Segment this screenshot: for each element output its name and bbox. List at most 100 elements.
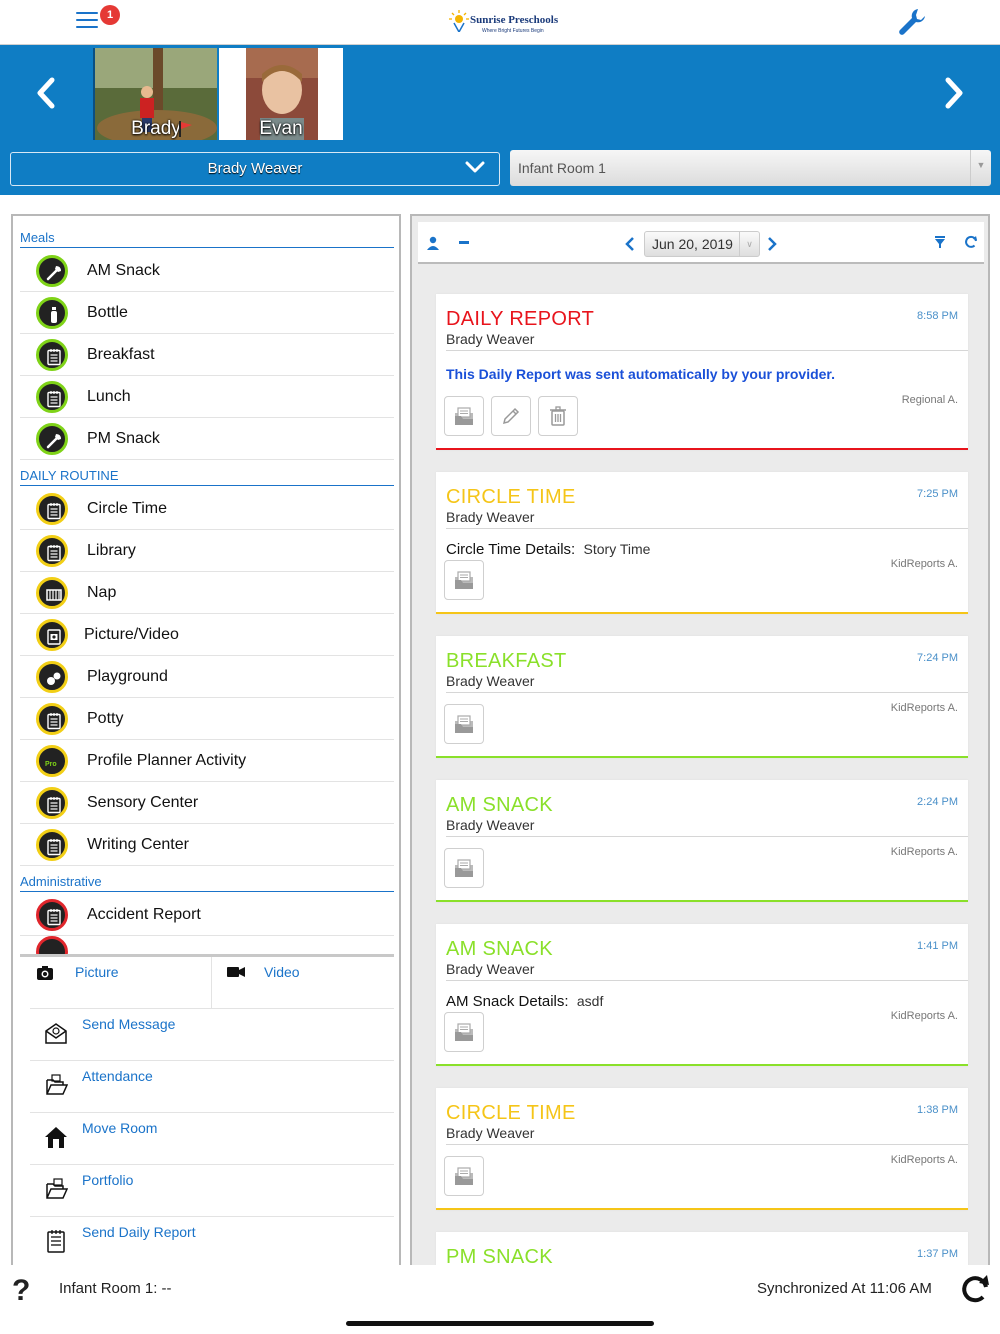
activity-item[interactable]: Library <box>20 530 394 572</box>
caret-down-icon[interactable]: ∨ <box>739 232 759 256</box>
activity-item[interactable]: Bottle <box>20 292 394 334</box>
svg-text:Pro: Pro <box>45 761 57 768</box>
chevron-down-icon[interactable] <box>465 160 485 174</box>
activity-label: Playground <box>87 668 168 685</box>
minus-icon[interactable] <box>458 240 470 246</box>
chevron-left-icon[interactable] <box>624 236 636 252</box>
activity-card[interactable]: PM SNACK 1:37 PM <box>436 1232 968 1265</box>
send-message-label: Send Message <box>82 1016 176 1032</box>
activity-item[interactable]: PM Snack <box>20 418 394 460</box>
attendance-label: Attendance <box>82 1068 153 1084</box>
picture-button[interactable]: Picture <box>30 957 212 1009</box>
activity-card[interactable]: BREAKFAST 7:24 PM Brady Weaver KidReports A… <box>436 636 968 758</box>
section-header: Administrative <box>20 872 394 892</box>
activity-label: PM Snack <box>87 430 160 447</box>
card-view-button[interactable] <box>444 1012 484 1052</box>
card-author: KidReports A. <box>890 702 958 714</box>
notepad-icon <box>36 493 68 525</box>
date-picker[interactable]: Jun 20, 2019 ∨ <box>644 231 760 257</box>
notepad-icon <box>36 535 68 567</box>
move-room-button[interactable]: Move Room <box>30 1113 394 1165</box>
hamburger-menu-icon[interactable] <box>76 12 98 30</box>
activity-item[interactable]: Nap <box>20 572 394 614</box>
activity-label: Profile Planner Activity <box>87 752 247 769</box>
activity-label: Picture/Video <box>84 626 179 643</box>
sync-refresh-icon[interactable] <box>960 1273 992 1305</box>
chevron-right-icon[interactable] <box>940 76 968 110</box>
card-time: 7:24 PM <box>917 652 958 664</box>
activity-item[interactable]: Sensory Center <box>20 782 394 824</box>
send-daily-report-button[interactable]: Send Daily Report <box>30 1217 394 1265</box>
attendance-button[interactable]: Attendance <box>30 1061 394 1113</box>
open-folder-icon <box>46 1074 68 1095</box>
detail-label: AM Snack Details: <box>446 993 569 1010</box>
room-dropdown[interactable]: Infant Room 1 <box>510 150 991 186</box>
activity-item[interactable]: Picture/Video <box>20 614 394 656</box>
card-time: 1:38 PM <box>917 1104 958 1116</box>
wrench-settings-icon[interactable] <box>896 6 928 38</box>
card-edit-button[interactable] <box>491 396 531 436</box>
card-view-button[interactable] <box>444 560 484 600</box>
utensils-icon <box>36 255 68 287</box>
notepad-icon <box>36 381 68 413</box>
send-message-button[interactable]: Send Message <box>30 1009 394 1061</box>
card-color-bar <box>436 448 968 450</box>
card-divider <box>446 836 968 837</box>
activity-item[interactable]: Writing Center <box>20 824 394 866</box>
activity-item[interactable]: Accident Report <box>20 894 394 936</box>
video-button[interactable]: Video <box>212 957 394 1009</box>
child-tile-brady[interactable]: Brady <box>93 48 217 140</box>
activity-card[interactable]: DAILY REPORT 8:58 PM Brady Weaver This Dail… <box>436 294 968 450</box>
child-dropdown[interactable]: Brady Weaver <box>10 152 500 186</box>
notification-badge[interactable]: 1 <box>100 5 120 25</box>
card-view-button[interactable] <box>444 704 484 744</box>
card-author: KidReports A. <box>890 558 958 570</box>
card-time: 8:58 PM <box>917 310 958 322</box>
activity-label: Bottle <box>87 304 128 321</box>
card-view-button[interactable] <box>444 396 484 436</box>
portfolio-button[interactable]: Portfolio <box>30 1165 394 1217</box>
notepad-icon <box>36 899 68 931</box>
card-time: 1:37 PM <box>917 1248 958 1260</box>
person-icon[interactable] <box>426 236 440 250</box>
app-logo: Sunrise Preschools Where Bright Futures … <box>448 10 558 38</box>
card-title: AM SNACK <box>446 938 553 960</box>
child-name: Evan <box>259 118 303 139</box>
sync-status-text: Synchronized At 11:06 AM <box>757 1280 932 1297</box>
caret-down-icon[interactable]: ▼ <box>970 150 991 186</box>
activity-item[interactable]: Pro Profile Planner Activity <box>20 740 394 782</box>
chevron-left-icon[interactable] <box>32 76 60 110</box>
card-child-name: Brady Weaver <box>446 817 535 833</box>
notepad-icon <box>36 703 68 735</box>
activity-label: Writing Center <box>87 836 189 853</box>
crib-icon <box>36 577 68 609</box>
help-icon[interactable]: ? <box>12 1274 30 1308</box>
card-delete-button[interactable] <box>538 396 578 436</box>
card-view-button[interactable] <box>444 848 484 888</box>
detail-label: Circle Time Details: <box>446 541 576 558</box>
card-divider <box>446 350 968 351</box>
refresh-icon[interactable] <box>964 235 978 249</box>
chevron-right-icon[interactable] <box>766 236 778 252</box>
card-time: 1:41 PM <box>917 940 958 952</box>
detail-value: Story Time <box>583 541 651 557</box>
card-view-button[interactable] <box>444 1156 484 1196</box>
activity-item[interactable]: Breakfast <box>20 334 394 376</box>
activity-item[interactable]: Circle Time <box>20 488 394 530</box>
activity-item[interactable]: Potty <box>20 698 394 740</box>
activity-card[interactable]: CIRCLE TIME 1:38 PM Brady Weaver KidReports… <box>436 1088 968 1210</box>
home-indicator[interactable] <box>346 1321 654 1326</box>
activity-card[interactable]: CIRCLE TIME 7:25 PM Brady Weaver Circle Tim… <box>436 472 968 614</box>
card-child-name: Brady Weaver <box>446 331 535 347</box>
card-detail: Circle Time Details: Story Time <box>446 541 650 558</box>
activity-item[interactable]: AM Snack <box>20 250 394 292</box>
card-color-bar <box>436 1064 968 1066</box>
child-tile-evan[interactable]: Evan <box>219 48 343 140</box>
activity-label: Circle Time <box>87 500 168 517</box>
activity-item[interactable]: Playground <box>20 656 394 698</box>
activity-card[interactable]: AM SNACK 2:24 PM Brady Weaver KidReports A. <box>436 780 968 902</box>
filter-icon[interactable] <box>934 235 946 249</box>
activity-card[interactable]: AM SNACK 1:41 PM Brady Weaver AM Snack Deta… <box>436 924 968 1066</box>
activity-item[interactable]: Lunch <box>20 376 394 418</box>
video-label: Video <box>264 964 300 980</box>
